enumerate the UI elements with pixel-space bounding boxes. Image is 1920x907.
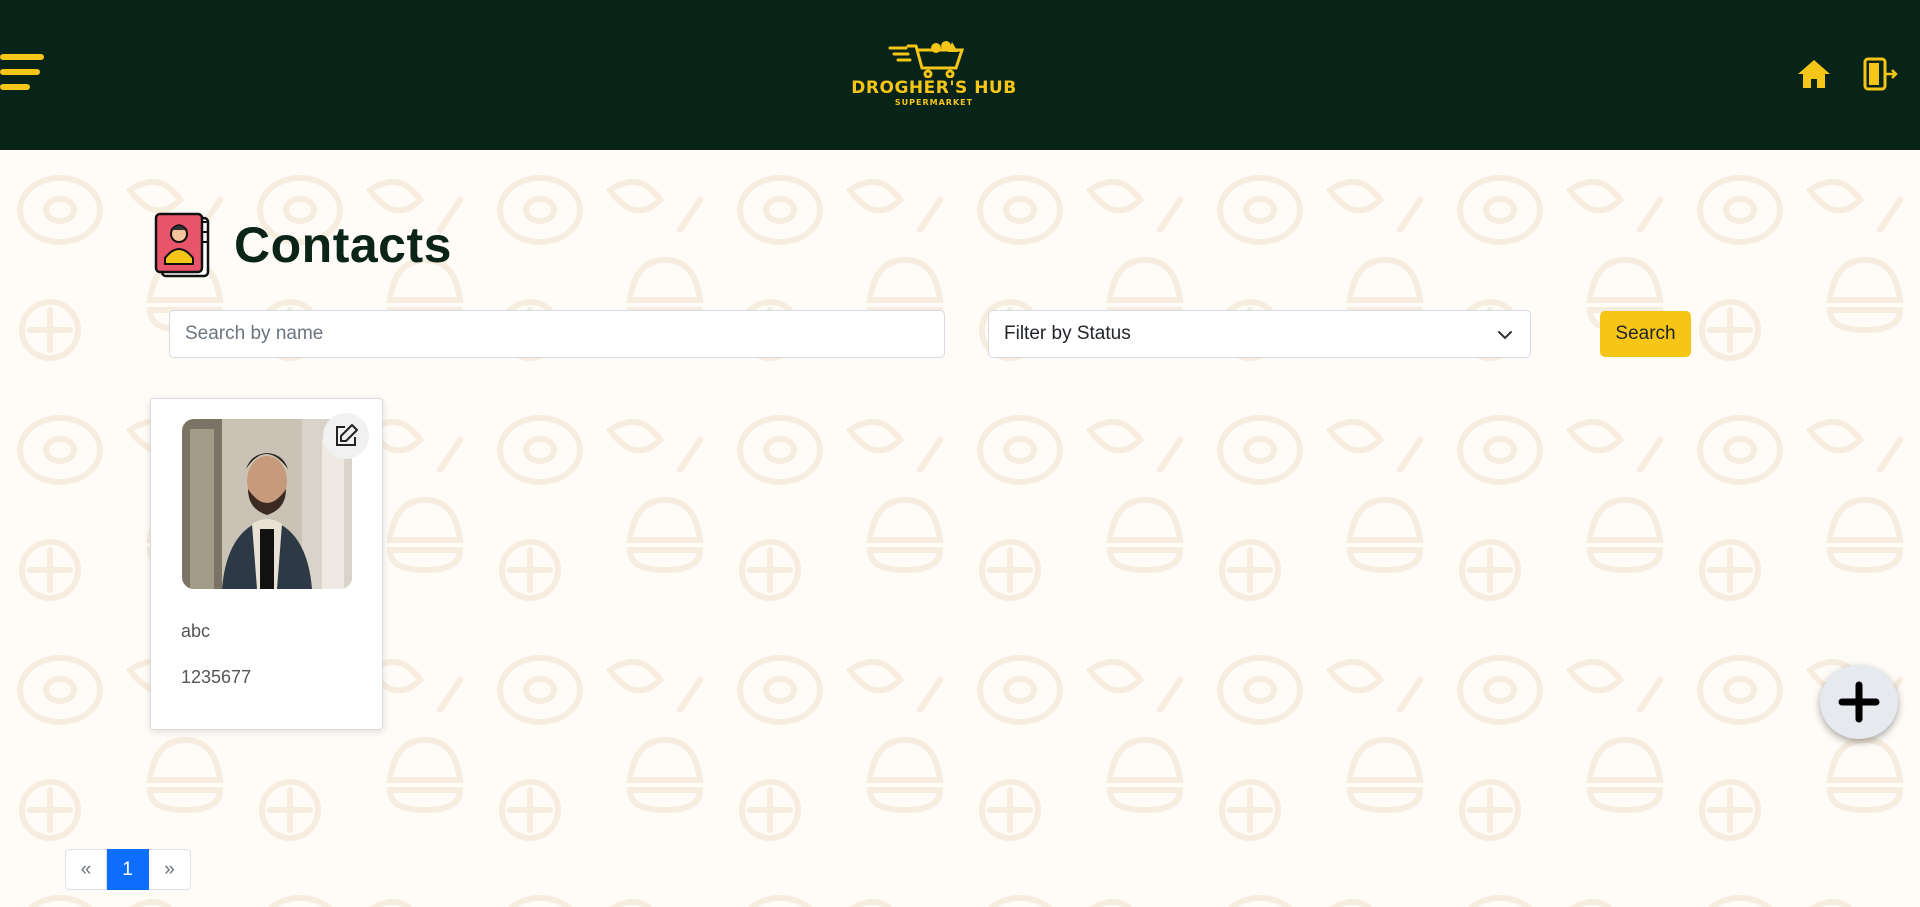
logout-icon[interactable] bbox=[1862, 56, 1898, 92]
contacts-book-icon bbox=[154, 212, 210, 278]
contact-card[interactable]: abc 1235677 bbox=[150, 398, 383, 730]
edit-icon bbox=[336, 424, 358, 446]
pagination-page-1[interactable]: 1 bbox=[107, 849, 149, 890]
logo-title: DROGHER'S HUB bbox=[851, 78, 1017, 98]
home-icon[interactable] bbox=[1796, 56, 1832, 92]
hamburger-menu-icon[interactable] bbox=[0, 52, 46, 94]
search-input[interactable] bbox=[169, 310, 945, 358]
brand-logo[interactable]: DROGHER'S HUB SUPERMARKET bbox=[838, 40, 1030, 112]
main-content: Contacts Filter by Status Search bbox=[0, 150, 1920, 907]
search-button[interactable]: Search bbox=[1600, 311, 1691, 357]
contact-name: abc bbox=[181, 621, 211, 641]
pagination: « 1 » bbox=[65, 849, 191, 890]
contact-phone: 1235677 bbox=[181, 667, 252, 687]
chevron-down-icon bbox=[1498, 331, 1512, 340]
edit-contact-button[interactable] bbox=[323, 413, 369, 459]
page-title: Contacts bbox=[234, 217, 452, 273]
status-filter-value: Filter by Status bbox=[1004, 323, 1131, 344]
status-filter-select[interactable]: Filter by Status bbox=[988, 310, 1531, 358]
logo-subtitle: SUPERMARKET bbox=[894, 98, 974, 107]
page-header: Contacts bbox=[152, 210, 452, 280]
pagination-prev[interactable]: « bbox=[65, 849, 107, 890]
pagination-next[interactable]: » bbox=[149, 849, 191, 890]
cart-logo-icon bbox=[888, 41, 965, 78]
top-navbar: DROGHER'S HUB SUPERMARKET bbox=[0, 0, 1920, 150]
